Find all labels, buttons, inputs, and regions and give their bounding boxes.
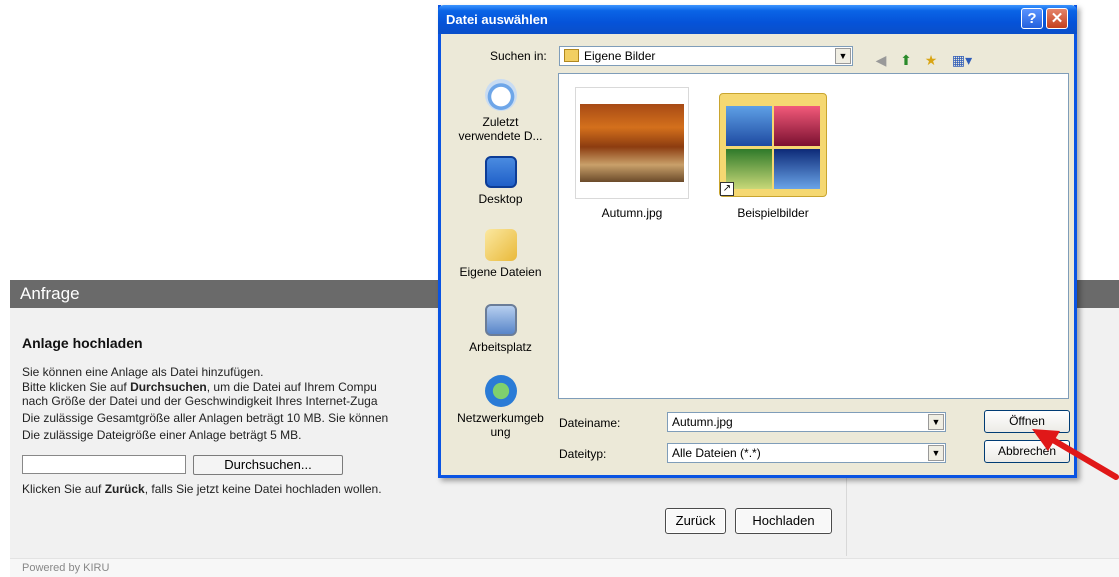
view-menu-icon[interactable]: ▦▾ [949, 52, 975, 68]
desktop-icon [484, 156, 517, 188]
intro-line-3: nach Größe der Datei und der Geschwindig… [22, 394, 378, 408]
folder-preview-2 [774, 106, 820, 146]
folder-shortcut-icon: ↗ [719, 93, 827, 197]
folder-preview-1 [726, 106, 772, 146]
place-desktop[interactable]: Desktop [453, 156, 548, 206]
dialog-title: Datei auswählen [446, 12, 548, 27]
file-item[interactable]: Autumn.jpg [575, 87, 691, 247]
autumn-image-thumbnail [580, 104, 684, 182]
place-recent[interactable]: Zuletzt verwendete D... [453, 79, 548, 143]
back-hint-start: Klicken Sie auf [22, 482, 105, 496]
upload-button[interactable]: Hochladen [735, 508, 832, 534]
annotation-arrow-icon [1032, 429, 1119, 480]
intro-line-2-end: , um die Datei auf Ihrem Compu [206, 380, 377, 394]
up-folder-icon[interactable]: ⬆ [897, 52, 915, 68]
back-hint: Klicken Sie auf Zurück, falls Sie jetzt … [22, 482, 382, 496]
place-label: Zuletzt verwendete D... [458, 115, 543, 143]
back-hint-end: , falls Sie jetzt keine Datei hochladen … [144, 482, 382, 496]
chevron-down-icon[interactable]: ▼ [928, 414, 944, 430]
folder-item[interactable]: ↗ Beispielbilder [719, 87, 835, 247]
folder-icon [564, 49, 579, 62]
filetype-label: Dateityp: [559, 447, 607, 461]
look-in-dropdown[interactable]: Eigene Bilder ▼ [559, 46, 853, 66]
chevron-down-icon[interactable]: ▼ [928, 445, 944, 461]
intro-line-1: Sie können eine Anlage als Datei hinzufü… [22, 365, 264, 379]
intro-line-2: Bitte klicken Sie auf Durchsuchen, um di… [22, 380, 377, 394]
place-label: Eigene Dateien [459, 265, 542, 279]
filetype-value: Alle Dateien (*.*) [672, 446, 761, 460]
close-button[interactable]: ✕ [1046, 8, 1068, 29]
my-documents-icon [484, 229, 517, 261]
back-hint-bold: Zurück [104, 482, 145, 496]
place-label: Arbeitsplatz [469, 340, 532, 354]
filename-label: Dateiname: [559, 416, 621, 430]
recent-documents-icon [484, 79, 517, 111]
filename-input[interactable]: Autumn.jpg ▼ [667, 412, 946, 432]
divider [846, 476, 847, 556]
folder-preview-4 [774, 149, 820, 189]
look-in-value: Eigene Bilder [584, 49, 656, 63]
intro-line-5: Die zulässige Dateigröße einer Anlage be… [22, 428, 302, 442]
file-list[interactable]: Autumn.jpg ↗ Beispielbilder [558, 73, 1069, 399]
file-name: Autumn.jpg [601, 206, 663, 220]
filename-value: Autumn.jpg [672, 415, 733, 429]
intro-line-4: Die zulässige Gesamtgröße aller Anlagen … [22, 411, 389, 425]
folder-name: Beispielbilder [737, 206, 809, 220]
file-open-dialog: Datei auswählen ? ✕ Suchen in: Eigene Bi… [438, 5, 1077, 478]
browse-button[interactable]: Durchsuchen... [193, 455, 343, 475]
intro-line-2-bold: Durchsuchen [130, 380, 207, 394]
place-my-computer[interactable]: Arbeitsplatz [453, 304, 548, 354]
intro-line-2-start: Bitte klicken Sie auf [22, 380, 131, 394]
place-label: Netzwerkumgeb ung [457, 411, 544, 439]
places-bar: Zuletzt verwendete D... Desktop Eigene D… [453, 77, 548, 447]
look-in-label: Suchen in: [490, 49, 547, 63]
help-button[interactable]: ? [1021, 8, 1043, 29]
place-network[interactable]: Netzwerkumgeb ung [453, 375, 548, 439]
dialog-titlebar[interactable]: Datei auswählen ? ✕ [438, 5, 1077, 34]
back-icon[interactable]: ◀ [872, 52, 890, 68]
chevron-down-icon[interactable]: ▼ [835, 48, 851, 64]
my-computer-icon [484, 304, 517, 336]
thumbnail-frame [575, 87, 689, 199]
file-path-input[interactable] [22, 455, 186, 474]
place-label: Desktop [478, 192, 523, 206]
network-icon [484, 375, 517, 407]
new-folder-icon[interactable]: ★ [922, 52, 940, 68]
shortcut-arrow-icon: ↗ [720, 182, 734, 196]
page-heading: Anlage hochladen [22, 335, 143, 351]
back-button[interactable]: Zurück [665, 508, 726, 534]
filetype-dropdown[interactable]: Alle Dateien (*.*) ▼ [667, 443, 946, 463]
footer: Powered by KIRU [10, 558, 1119, 577]
place-my-documents[interactable]: Eigene Dateien [453, 229, 548, 279]
